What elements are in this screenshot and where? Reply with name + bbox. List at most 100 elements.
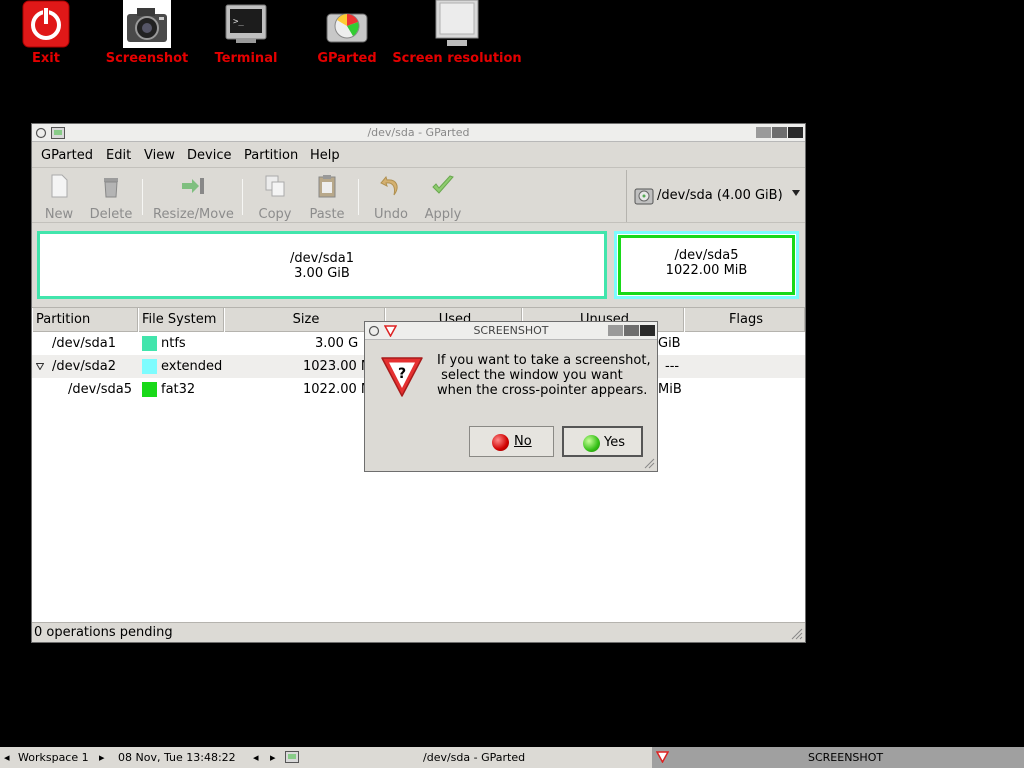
- fs-color-swatch: [142, 336, 157, 351]
- fs-cell: fat32: [161, 382, 196, 397]
- dialog-message: If you want to take a screenshot, select…: [437, 353, 651, 398]
- resize-move-icon: [182, 178, 204, 194]
- svg-text:>_: >_: [233, 17, 244, 27]
- svg-text:?: ?: [398, 366, 406, 382]
- dialog-titlebar[interactable]: SCREENSHOT: [365, 322, 657, 340]
- apply-label: Apply: [424, 207, 462, 222]
- menu-partition[interactable]: Partition: [244, 148, 298, 163]
- unused-cell: GiB: [658, 336, 681, 351]
- monitor-icon: [435, 0, 479, 46]
- task-gparted[interactable]: /dev/sda - GParted: [423, 751, 525, 764]
- column-flags[interactable]: Flags: [684, 308, 805, 332]
- copy-button[interactable]: Copy: [257, 173, 293, 222]
- resize-grip-icon[interactable]: [789, 626, 803, 640]
- partition-block-sda5[interactable]: /dev/sda5 1022.00 MiB: [614, 231, 799, 299]
- workspace-next-icon[interactable]: ▸: [99, 751, 105, 764]
- new-document-icon: [51, 174, 68, 198]
- menu-device[interactable]: Device: [187, 148, 231, 163]
- size-cell: 1023.00 M: [303, 359, 373, 374]
- paste-label: Paste: [309, 207, 345, 222]
- resize-move-label: Resize/Move: [153, 207, 234, 222]
- new-button[interactable]: New: [42, 173, 76, 222]
- checkmark-icon: [432, 175, 454, 194]
- unused-cell: ---: [665, 359, 680, 374]
- desktop-icon-terminal[interactable]: >_ Terminal: [206, 0, 286, 68]
- desktop-icon-exit[interactable]: Exit: [16, 0, 76, 68]
- resize-grip-icon[interactable]: [643, 457, 655, 469]
- question-warning-icon: ?: [381, 357, 423, 397]
- expander-down-icon[interactable]: [36, 363, 44, 370]
- desktop-icon-label: Screenshot: [105, 51, 189, 66]
- device-label: /dev/sda (4.00 GiB): [657, 188, 783, 203]
- unused-cell: MiB: [658, 382, 682, 397]
- menu-view[interactable]: View: [144, 148, 175, 163]
- workspace-label[interactable]: Workspace 1: [18, 751, 89, 764]
- yes-button[interactable]: Yes: [562, 426, 643, 457]
- red-circle-icon: [492, 434, 509, 451]
- partition-cell: /dev/sda1: [52, 336, 116, 351]
- minimize-button[interactable]: [608, 325, 623, 336]
- partition-block-size: 3.00 GiB: [294, 266, 350, 281]
- size-cell: 1022.00 M: [303, 382, 373, 397]
- maximize-button[interactable]: [772, 127, 787, 138]
- partition-cell: /dev/sda5: [68, 382, 132, 397]
- close-button[interactable]: [788, 127, 803, 138]
- task-next-icon[interactable]: ▸: [270, 751, 276, 764]
- maximize-button[interactable]: [624, 325, 639, 336]
- partition-block-size: 1022.00 MiB: [665, 263, 748, 278]
- desktop-icon-label: Screen resolution: [392, 51, 522, 66]
- menu-edit[interactable]: Edit: [106, 148, 131, 163]
- trash-icon: [104, 178, 118, 198]
- menu-help[interactable]: Help: [310, 148, 340, 163]
- minimize-button[interactable]: [756, 127, 771, 138]
- fs-cell: ntfs: [161, 336, 186, 351]
- disk-icon: [634, 188, 654, 205]
- undo-icon: [380, 175, 398, 196]
- desktop-icon-label: Terminal: [214, 51, 278, 66]
- column-partition[interactable]: Partition: [32, 308, 138, 332]
- no-button[interactable]: No: [469, 426, 554, 457]
- copy-icon: [265, 175, 285, 197]
- column-size[interactable]: Size: [224, 308, 385, 332]
- taskbar: ◂ Workspace 1 ▸ 08 Nov, Tue 13:48:22 ◂ ▸…: [0, 747, 1024, 768]
- dropdown-arrow-icon: [792, 190, 800, 196]
- delete-button[interactable]: Delete: [88, 173, 134, 222]
- task-prev-icon[interactable]: ◂: [253, 751, 259, 764]
- device-selector[interactable]: /dev/sda (4.00 GiB): [626, 170, 806, 222]
- green-circle-icon: [583, 435, 600, 452]
- toolbar-separator: [358, 179, 359, 215]
- paste-button[interactable]: Paste: [307, 173, 347, 222]
- warning-small-icon: [656, 751, 669, 763]
- close-button[interactable]: [640, 325, 655, 336]
- no-label: No: [514, 434, 532, 449]
- workspace-prev-icon[interactable]: ◂: [4, 751, 10, 764]
- desktop-icon-gparted[interactable]: GParted: [308, 0, 386, 68]
- task-screenshot[interactable]: SCREENSHOT: [652, 747, 1024, 768]
- apply-button[interactable]: Apply: [422, 173, 464, 222]
- power-icon: [22, 0, 70, 48]
- partition-block-sda1[interactable]: /dev/sda1 3.00 GiB: [37, 231, 607, 299]
- partition-cell: /dev/sda2: [52, 359, 116, 374]
- task-screenshot-label: SCREENSHOT: [808, 751, 884, 764]
- fs-cell: extended: [161, 359, 223, 374]
- clock: 08 Nov, Tue 13:48:22: [118, 751, 236, 764]
- toolbar: New Delete Resize/Move Copy Paste Undo A…: [32, 169, 805, 223]
- fs-color-swatch: [142, 382, 157, 397]
- gparted-task-icon[interactable]: [285, 750, 299, 764]
- resize-move-button[interactable]: Resize/Move: [153, 173, 234, 222]
- window-titlebar[interactable]: /dev/sda - GParted: [32, 124, 805, 142]
- camera-icon: [123, 0, 171, 48]
- copy-label: Copy: [258, 207, 292, 222]
- new-label: New: [44, 207, 74, 222]
- undo-button[interactable]: Undo: [372, 173, 410, 222]
- menu-gparted[interactable]: GParted: [41, 148, 93, 163]
- gparted-icon: [326, 13, 368, 43]
- toolbar-separator: [242, 179, 243, 215]
- desktop-icon-screenshot[interactable]: Screenshot: [102, 0, 192, 68]
- size-cell: 3.00 G: [315, 336, 359, 351]
- delete-label: Delete: [89, 207, 133, 222]
- screenshot-dialog: SCREENSHOT ? If you want to take a scree…: [364, 321, 658, 472]
- desktop-icon-screen-resolution[interactable]: Screen resolution: [392, 0, 522, 68]
- column-file-system[interactable]: File System: [138, 308, 224, 332]
- status-bar: 0 operations pending: [32, 622, 805, 642]
